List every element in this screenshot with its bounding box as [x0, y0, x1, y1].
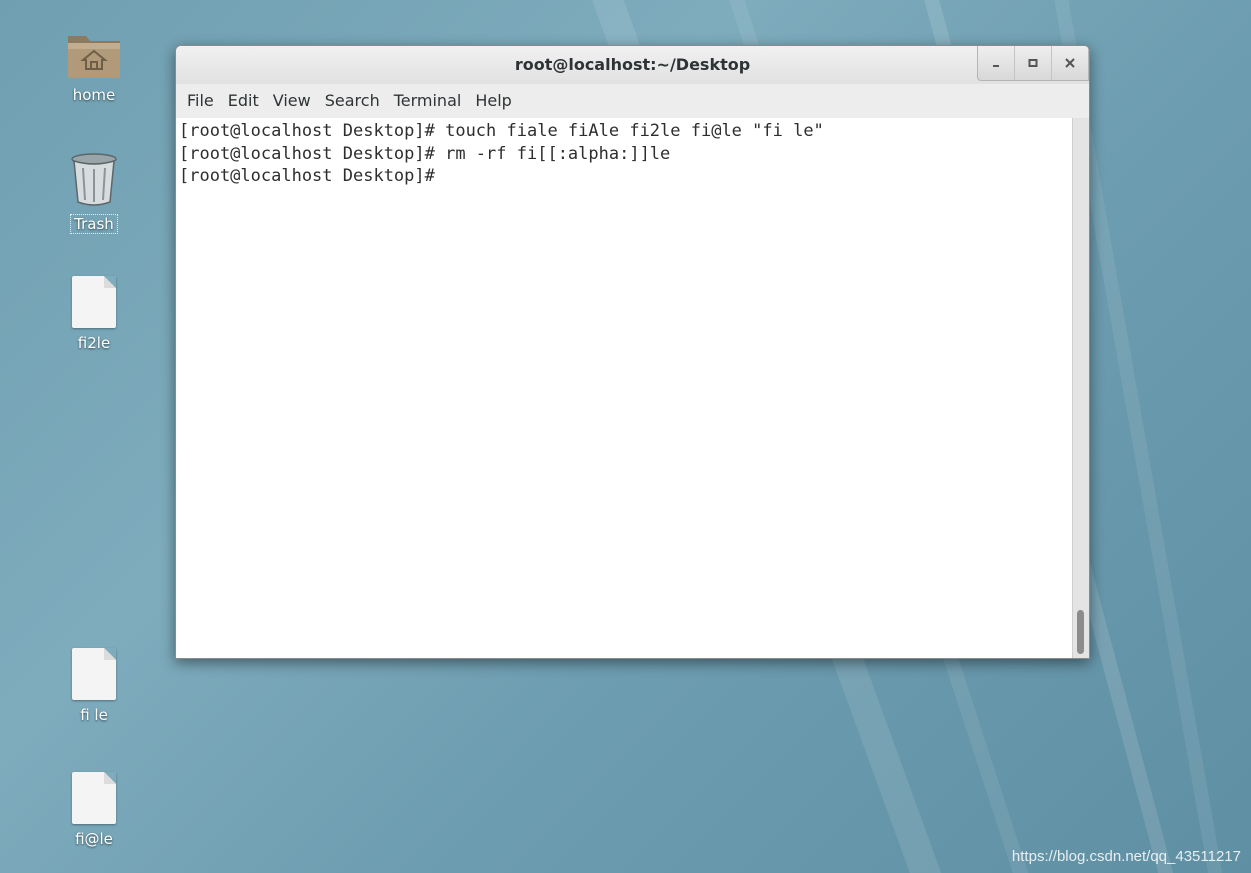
- document-icon: [72, 772, 116, 824]
- document-icon: [72, 648, 116, 700]
- menu-search[interactable]: Search: [318, 84, 387, 118]
- terminal-line: [root@localhost Desktop]#: [179, 166, 446, 186]
- terminal-line: [root@localhost Desktop]# rm -rf fi[[:al…: [179, 143, 671, 164]
- scrollbar-thumb[interactable]: [1077, 610, 1084, 654]
- terminal-output[interactable]: [root@localhost Desktop]# touch fiale fi…: [176, 118, 1073, 658]
- terminal-scrollbar[interactable]: [1072, 118, 1089, 658]
- document-icon: [72, 276, 116, 328]
- terminal-window[interactable]: root@localhost:~/Desktop File Edit View …: [175, 45, 1090, 659]
- window-controls: [977, 46, 1089, 81]
- desktop-icon-fi-at-le[interactable]: fi@le: [56, 772, 132, 848]
- desktop-icon-fi-le[interactable]: fi le: [56, 648, 132, 724]
- maximize-button[interactable]: [1014, 46, 1051, 80]
- minimize-button[interactable]: [978, 46, 1014, 80]
- maximize-icon: [1028, 59, 1038, 67]
- menu-edit[interactable]: Edit: [221, 84, 266, 118]
- desktop-icon-home[interactable]: home: [56, 28, 132, 104]
- home-folder-icon: [68, 36, 120, 78]
- desktop-icon-label: fi@le: [75, 830, 113, 848]
- desktop-icon-label: fi2le: [77, 334, 111, 352]
- minimize-icon: [993, 65, 999, 67]
- trash-icon: [71, 153, 117, 206]
- desktop-icon-fi2le[interactable]: fi2le: [56, 276, 132, 352]
- menu-file[interactable]: File: [180, 84, 221, 118]
- terminal-line: [root@localhost Desktop]# touch fiale fi…: [179, 121, 824, 141]
- menubar: File Edit View Search Terminal Help: [176, 84, 1089, 118]
- close-button[interactable]: [1051, 46, 1088, 80]
- watermark: https://blog.csdn.net/qq_43511217: [1011, 848, 1241, 865]
- menu-help[interactable]: Help: [468, 84, 518, 118]
- desktop-icon-label: Trash: [70, 214, 118, 234]
- close-icon: [1065, 58, 1075, 68]
- desktop-icon-trash[interactable]: Trash: [56, 152, 132, 234]
- window-title: root@localhost:~/Desktop: [514, 55, 751, 74]
- desktop-icon-label: home: [72, 86, 116, 104]
- menu-view[interactable]: View: [266, 84, 318, 118]
- menu-terminal[interactable]: Terminal: [387, 84, 469, 118]
- window-titlebar[interactable]: root@localhost:~/Desktop: [176, 46, 1089, 84]
- desktop-icon-label: fi le: [80, 706, 108, 724]
